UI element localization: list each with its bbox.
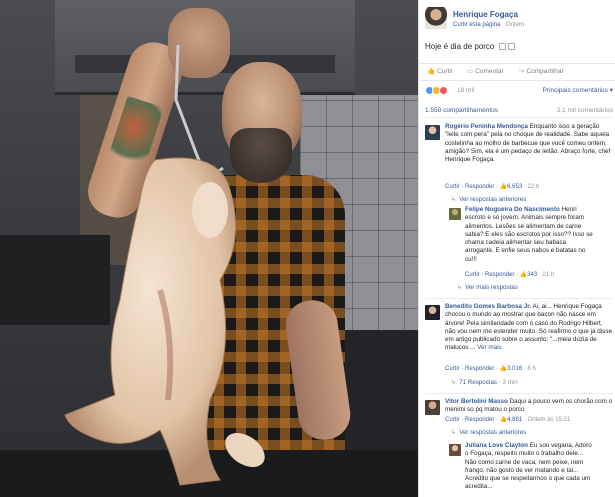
divider bbox=[425, 117, 612, 118]
emoji-icon bbox=[498, 43, 506, 50]
comment-meta: Curtir · Responder · 👍3.016 · 6 h bbox=[445, 366, 536, 372]
view-previous-replies-label: Ver respostas anteriores bbox=[459, 196, 527, 203]
replies-count: 71 Respostas bbox=[459, 379, 498, 386]
like-page-link[interactable]: Curtir esta página bbox=[453, 22, 500, 28]
commenter-name[interactable]: Vitor Bertolini Masso bbox=[445, 398, 508, 405]
commenter-avatar[interactable] bbox=[449, 208, 461, 220]
comment-time[interactable]: Ontem às 15:21 bbox=[528, 417, 571, 423]
comment-body: Vitor Bertolini Masso Daqui a pouco vem … bbox=[445, 398, 613, 415]
comment-time[interactable]: 22 h bbox=[528, 184, 540, 190]
post-header: Henrique Fogaça Curtir esta página Ontem bbox=[425, 7, 613, 35]
comment-sort-dropdown[interactable]: Principais comentários ▾ bbox=[543, 87, 613, 95]
post-text-body: Hoje é dia de porco bbox=[425, 42, 495, 51]
post-sidebar: Henrique Fogaça Curtir esta página Ontem… bbox=[418, 0, 615, 497]
see-more-link[interactable]: Ver mais bbox=[477, 344, 502, 351]
comment-meta: Curtir · Responder · 👍6.653 · 22 h bbox=[445, 184, 540, 190]
comment-actions[interactable]: Curtir · Responder · bbox=[445, 184, 498, 190]
replies-time: 3 min bbox=[502, 379, 518, 386]
emoji-icon bbox=[507, 43, 515, 50]
comment-body: Benedito Gomes Barbosa Jr. Ai, ai... Hen… bbox=[445, 303, 613, 353]
like-action[interactable]: 👍 Curtir bbox=[427, 68, 453, 76]
comment-time[interactable]: 6 h bbox=[528, 366, 536, 372]
share-action[interactable]: ↪ Compartilhar bbox=[519, 68, 564, 76]
reply-arrow-icon: ↳ bbox=[451, 196, 457, 203]
post-subline: Curtir esta página Ontem bbox=[453, 22, 528, 30]
post-photo[interactable] bbox=[0, 0, 418, 497]
view-previous-replies[interactable]: ↳ Ver respostas anteriores bbox=[451, 196, 526, 204]
comment-time[interactable]: 21 h bbox=[543, 272, 555, 278]
replies-toggle[interactable]: ↳ 71 Respostas · 3 min bbox=[451, 379, 518, 387]
post-actions: 👍 Curtir ▭ Comentar ↪ Compartilhar bbox=[419, 63, 615, 81]
like-count[interactable]: 343 bbox=[527, 272, 537, 278]
reactions-count[interactable]: 18 mil bbox=[457, 87, 474, 95]
like-count[interactable]: 4.881 bbox=[507, 417, 522, 423]
commenter-avatar[interactable] bbox=[449, 444, 461, 456]
view-previous-replies-label: Ver respostas anteriores bbox=[459, 429, 527, 436]
comment-actions[interactable]: Curtir · Responder · bbox=[465, 272, 518, 278]
comment-body: Felipe Nogueira Do Nascimento Henri escr… bbox=[465, 206, 595, 264]
page-avatar[interactable] bbox=[425, 7, 447, 29]
page-name-link[interactable]: Henrique Fogaça bbox=[453, 10, 518, 20]
comments-count[interactable]: 3,1 mil comentários bbox=[557, 107, 613, 115]
view-more-replies-label: Ver mais respostas bbox=[465, 284, 518, 291]
like-count[interactable]: 3.016 bbox=[507, 366, 522, 372]
reactions-bar[interactable]: 18 mil Principais comentários ▾ bbox=[425, 86, 613, 96]
love-reaction-icon bbox=[439, 86, 448, 95]
reply-arrow-icon: ↳ bbox=[451, 429, 457, 436]
comment-body: Juliana Love Clayton Eu sou vegana, Ador… bbox=[465, 442, 595, 492]
divider bbox=[425, 393, 612, 394]
comment-text: Ai, ai... Henrique Fogaça chocou o mundo… bbox=[445, 303, 612, 352]
view-previous-replies[interactable]: ↳ Ver respostas anteriores bbox=[451, 429, 526, 437]
comment-label: Comentar bbox=[475, 68, 504, 75]
commenter-name[interactable]: Rogério Peninha Mendonça bbox=[445, 123, 528, 130]
divider bbox=[425, 298, 612, 299]
comment-actions[interactable]: Curtir · Responder · bbox=[445, 417, 498, 423]
shares-row: 1.550 compartilhamentos 3,1 mil comentár… bbox=[425, 107, 613, 115]
shares-count[interactable]: 1.550 compartilhamentos bbox=[425, 107, 498, 114]
share-icon: ↪ bbox=[519, 68, 525, 75]
comment-text: Henri escroto e só jovem. Animais sempre… bbox=[465, 206, 593, 263]
reply-arrow-icon: ↳ bbox=[457, 284, 463, 291]
comment-action[interactable]: ▭ Comentar bbox=[467, 68, 504, 76]
comment-body: Rogério Peninha Mendonça Enquanto isso a… bbox=[445, 123, 613, 164]
comment-meta: Curtir · Responder · 👍343 · 21 h bbox=[465, 272, 555, 278]
comment-icon: ▭ bbox=[467, 68, 474, 75]
commenter-name[interactable]: Juliana Love Clayton bbox=[465, 442, 528, 449]
comment-text: Eu sou vegana, Adoro o Fogaça, respeito … bbox=[465, 442, 592, 491]
share-label: Compartilhar bbox=[526, 68, 564, 75]
comment-meta: Curtir · Responder · 👍4.881 · Ontem às 1… bbox=[445, 417, 571, 423]
thumbs-up-icon: 👍 bbox=[427, 68, 436, 75]
view-more-replies[interactable]: ↳ Ver mais respostas bbox=[457, 284, 518, 292]
post-text: Hoje é dia de porco bbox=[425, 42, 515, 52]
commenter-avatar[interactable] bbox=[425, 125, 440, 140]
commenter-avatar[interactable] bbox=[425, 305, 440, 320]
pig-carcass bbox=[64, 157, 265, 486]
post-time[interactable]: Ontem bbox=[506, 22, 524, 28]
like-count[interactable]: 6.653 bbox=[507, 184, 522, 190]
commenter-name[interactable]: Felipe Nogueira Do Nascimento bbox=[465, 206, 560, 213]
reply-arrow-icon: ↳ bbox=[451, 379, 457, 386]
commenter-avatar[interactable] bbox=[425, 400, 440, 415]
comment-actions[interactable]: Curtir · Responder · bbox=[445, 366, 498, 372]
like-label: Curtir bbox=[437, 68, 453, 75]
commenter-name[interactable]: Benedito Gomes Barbosa Jr. bbox=[445, 303, 531, 310]
